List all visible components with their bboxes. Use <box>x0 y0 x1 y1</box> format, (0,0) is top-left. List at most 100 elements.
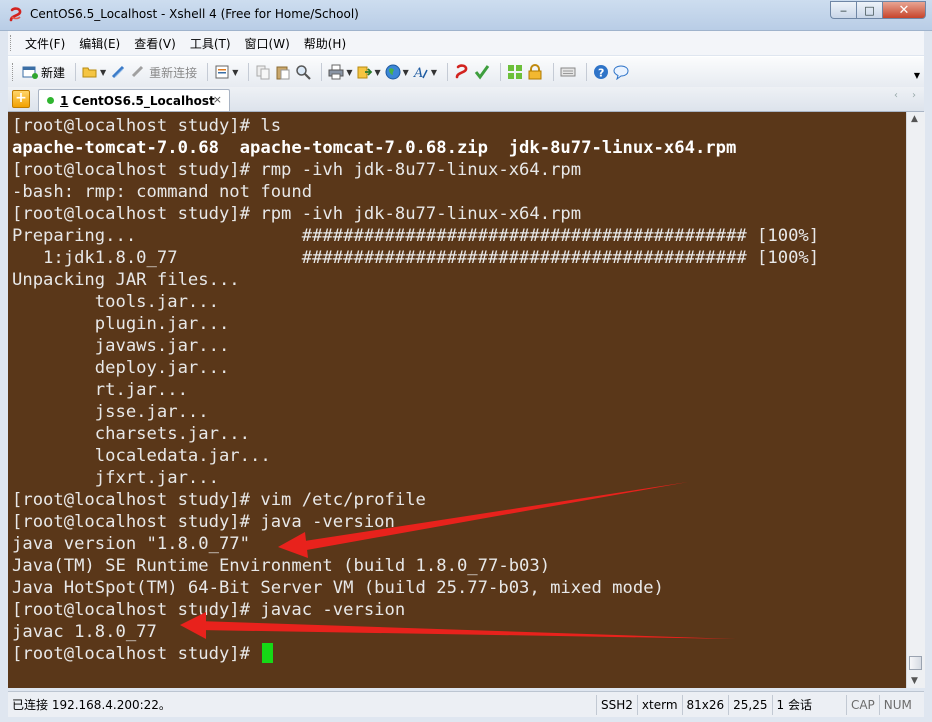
add-tab-button[interactable]: + <box>12 90 30 108</box>
file-transfer-icon <box>357 66 372 79</box>
terminal-type-status: xterm <box>636 694 682 715</box>
menu-window[interactable]: 窗口(W) <box>238 35 297 52</box>
lock-button[interactable] <box>527 61 543 83</box>
menu-view[interactable]: 查看(V) <box>127 35 183 52</box>
terminal-size-status: 81x26 <box>681 694 729 715</box>
encoding-button[interactable]: ▼ <box>385 61 409 83</box>
speech-bubble-icon <box>613 65 629 80</box>
chevron-down-icon[interactable]: ▼ <box>375 68 381 77</box>
new-session-icon <box>22 66 38 79</box>
keyboard-button[interactable] <box>560 61 576 83</box>
tab-index: 1 <box>60 93 69 108</box>
xmanager-button[interactable] <box>474 61 490 83</box>
reconnect-button[interactable]: 重新连接 <box>130 61 197 83</box>
menu-help[interactable]: 帮助(H) <box>297 35 353 52</box>
close-tab-icon[interactable]: × <box>213 93 222 106</box>
toolbar-separator <box>499 63 501 81</box>
title-bar: CentOS6.5_Localhost - Xshell 4 (Free for… <box>0 0 932 31</box>
print-button[interactable]: ▼ <box>328 61 353 83</box>
minimize-button[interactable]: ‒ <box>830 1 856 19</box>
chevron-down-icon[interactable]: ▼ <box>431 68 437 77</box>
folder-open-icon <box>82 67 97 78</box>
toolbar-separator <box>207 63 209 81</box>
properties-button[interactable]: ▼ <box>214 61 238 83</box>
svg-text:A: A <box>413 66 423 80</box>
tab-next-icon[interactable]: › <box>912 90 916 101</box>
search-icon <box>296 65 312 80</box>
session-count-status: 1 会话 <box>771 694 816 715</box>
xmanager-icon <box>474 65 490 80</box>
tab-centos-localhost[interactable]: 1 CentOS6.5_Localhost × <box>38 89 230 111</box>
close-button[interactable]: ✕ <box>882 1 926 19</box>
fullscreen-icon <box>507 65 522 79</box>
menubar-grip[interactable] <box>10 35 14 51</box>
toolbar-separator <box>585 63 587 81</box>
help-icon: ? <box>593 65 608 80</box>
annotation-arrow-javac <box>180 612 736 639</box>
menu-tools[interactable]: 工具(T) <box>183 35 238 52</box>
link-icon <box>112 65 125 79</box>
reconnect-label: 重新连接 <box>149 65 198 80</box>
properties-icon <box>215 65 229 79</box>
window-title: CentOS6.5_Localhost - Xshell 4 (Free for… <box>30 7 359 21</box>
toolbar-separator <box>75 63 77 81</box>
connection-status: 已连接 192.168.4.200:22。 <box>12 697 171 712</box>
help-button[interactable]: ? <box>593 61 609 83</box>
toolbar-overflow-icon[interactable]: ▼ <box>914 71 920 80</box>
copy-icon <box>256 65 270 80</box>
annotation-arrow-java <box>278 482 688 558</box>
toolbar-grip[interactable] <box>12 63 16 81</box>
connect-button[interactable] <box>110 61 126 83</box>
session-tab-bar: + 1 CentOS6.5_Localhost × ‹ › <box>8 87 924 112</box>
copy-button[interactable] <box>255 61 271 83</box>
toolbar: 新建 ▼ 重新连接 ▼ ▼ ▼ ▼ A ▼ ? ▼ <box>8 56 924 88</box>
xftp-button[interactable] <box>454 61 470 83</box>
window-controls: ‒ □ ✕ <box>830 1 926 20</box>
caps-lock-indicator: CAP <box>845 694 879 715</box>
toolbar-separator <box>552 63 554 81</box>
transfer-button[interactable]: ▼ <box>357 61 381 83</box>
paste-button[interactable] <box>275 61 291 83</box>
scroll-down-icon[interactable]: ▼ <box>911 676 918 686</box>
tab-title: CentOS6.5_Localhost <box>72 93 215 108</box>
globe-icon <box>385 64 401 80</box>
reconnect-icon <box>132 65 144 78</box>
menu-file[interactable]: 文件(F) <box>18 35 72 52</box>
keyboard-icon <box>560 67 576 77</box>
chevron-down-icon[interactable]: ▼ <box>346 68 352 77</box>
new-session-button[interactable]: 新建 <box>22 61 65 83</box>
find-button[interactable] <box>295 61 312 83</box>
font-icon: A <box>413 66 428 80</box>
menu-edit[interactable]: 编辑(E) <box>72 35 127 52</box>
scrollbar-thumb[interactable] <box>909 656 922 670</box>
menu-bar: 文件(F) 编辑(E) 查看(V) 工具(T) 窗口(W) 帮助(H) <box>8 31 924 55</box>
tab-prev-icon[interactable]: ‹ <box>894 90 898 101</box>
scroll-up-icon[interactable]: ▲ <box>911 114 918 124</box>
tab-label: 1 CentOS6.5_Localhost <box>60 94 215 108</box>
open-button[interactable]: ▼ <box>82 61 106 83</box>
terminal-area[interactable]: [root@localhost study]# ls apache-tomcat… <box>8 112 906 688</box>
new-session-label: 新建 <box>41 65 66 80</box>
chevron-down-icon[interactable]: ▼ <box>403 68 409 77</box>
chevron-down-icon[interactable]: ▼ <box>100 68 106 77</box>
xftp-icon <box>455 64 468 79</box>
font-button[interactable]: A ▼ <box>413 61 437 83</box>
lock-icon <box>528 64 542 80</box>
toolbar-separator <box>321 63 323 81</box>
xshell-logo-icon <box>9 7 22 22</box>
toolbar-separator <box>446 63 448 81</box>
annotation-arrows <box>180 482 736 639</box>
num-lock-indicator: NUM <box>878 694 916 715</box>
fullscreen-button[interactable] <box>507 61 523 83</box>
cursor-position-status: 25,25 <box>728 694 771 715</box>
toolbar-separator <box>248 63 250 81</box>
svg-text:?: ? <box>598 67 604 80</box>
maximize-button[interactable]: □ <box>856 1 882 19</box>
paste-icon <box>276 66 290 80</box>
chat-button[interactable] <box>613 61 629 83</box>
connected-status-icon <box>47 97 54 104</box>
chevron-down-icon[interactable]: ▼ <box>232 68 238 77</box>
status-bar: 已连接 192.168.4.200:22。 SSH2 xterm 81x26 2… <box>8 691 924 717</box>
terminal-scrollbar[interactable]: ▲ ▼ <box>906 112 925 688</box>
protocol-status: SSH2 <box>596 694 637 715</box>
